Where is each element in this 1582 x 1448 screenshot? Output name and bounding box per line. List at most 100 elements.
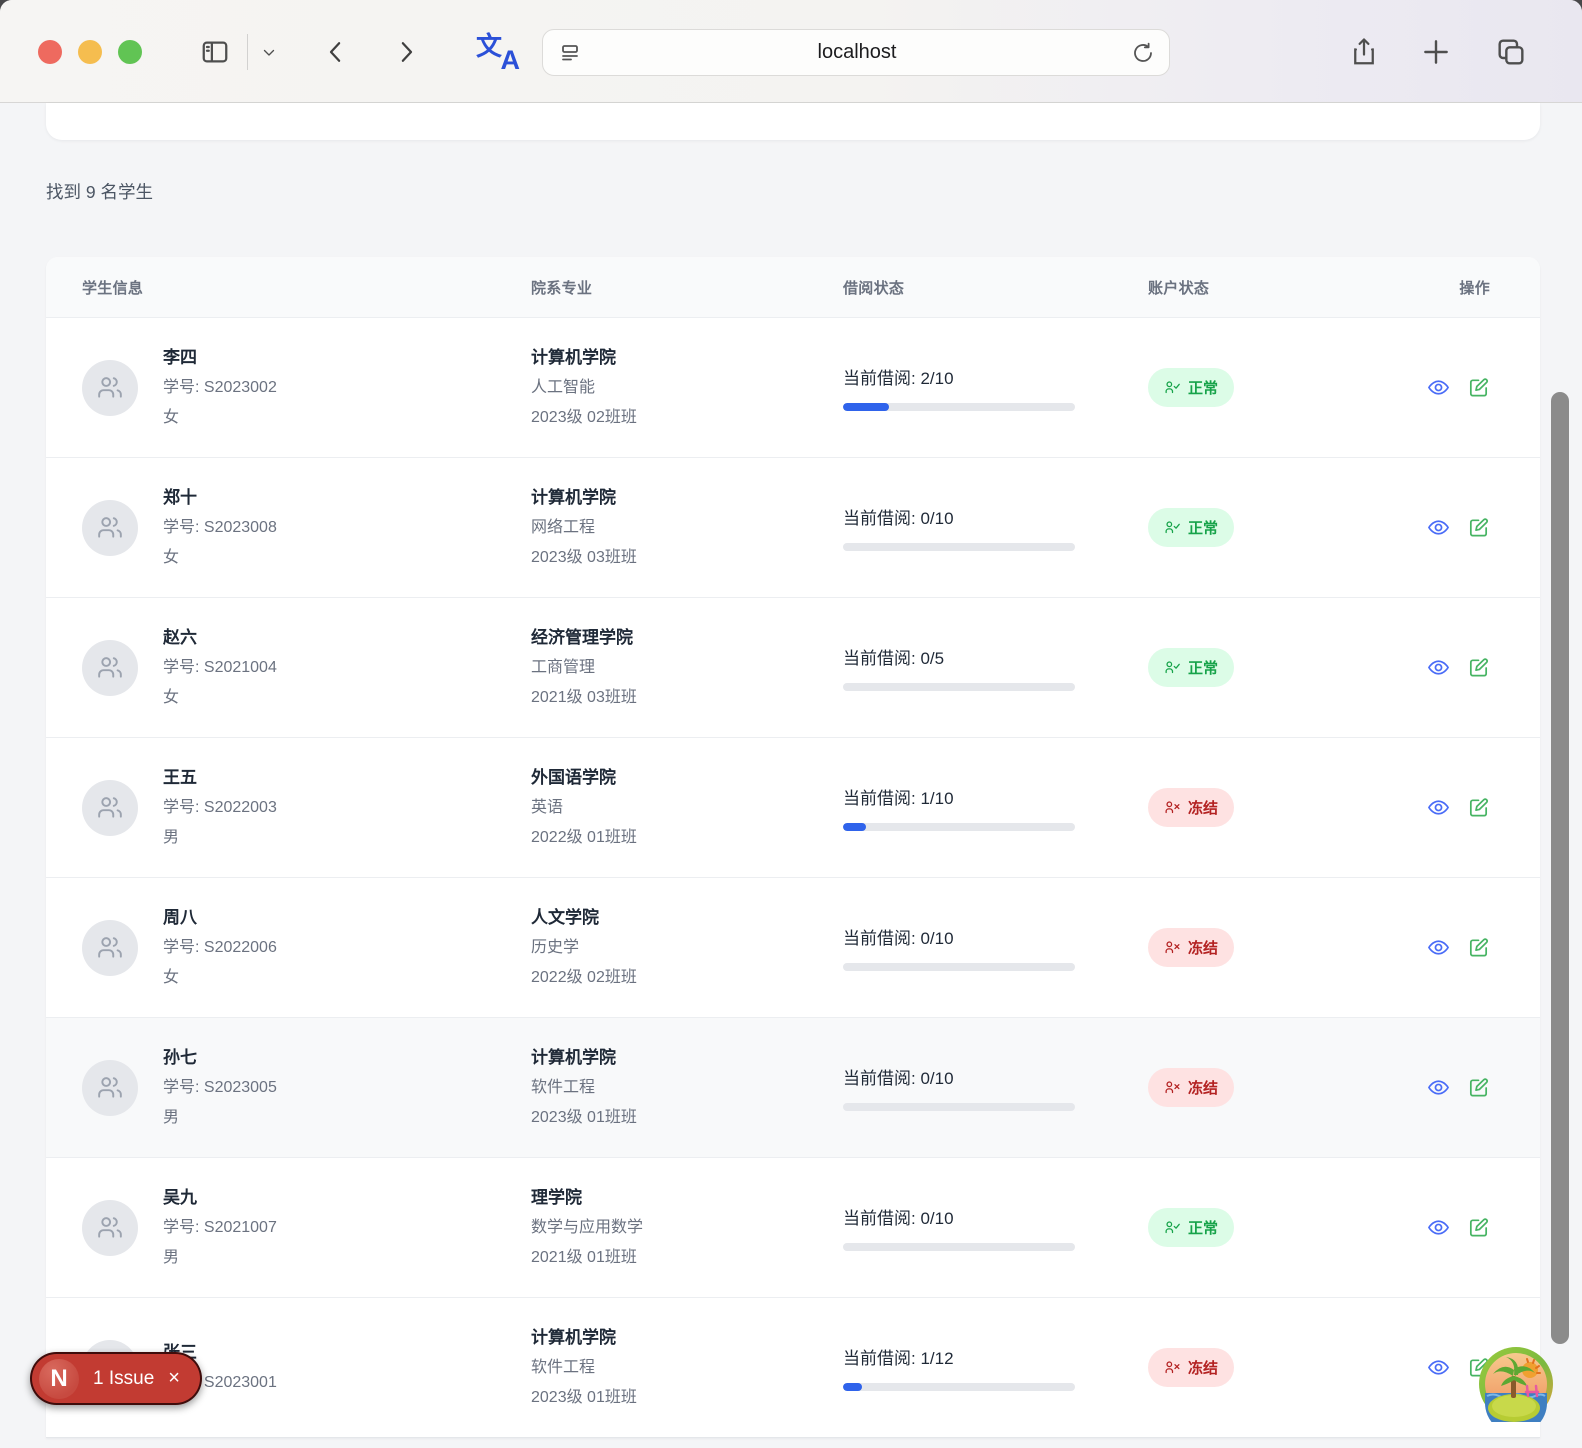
college-name: 计算机学院 (531, 1043, 843, 1073)
zoom-window-button[interactable] (118, 40, 142, 64)
header-account-status: 账户状态 (1148, 277, 1398, 298)
eye-icon (1427, 516, 1450, 539)
account-status-cell: 正常 (1148, 648, 1398, 687)
edit-student-button[interactable] (1467, 1076, 1490, 1099)
sidebar-toggle-button[interactable] (192, 28, 238, 76)
college-name: 经济管理学院 (531, 623, 843, 653)
student-info-cell: 吴九 学号: S2021007 男 (82, 1183, 531, 1273)
class-name: 2023级 02班班 (531, 403, 843, 433)
college-name: 人文学院 (531, 903, 843, 933)
view-student-button[interactable] (1427, 656, 1450, 679)
user-check-icon (1164, 519, 1181, 536)
view-student-button[interactable] (1427, 936, 1450, 959)
student-avatar (82, 920, 138, 976)
table-row[interactable]: 赵六 学号: S2021004 女 经济管理学院 工商管理 2021级 03班班… (46, 597, 1540, 737)
edit-student-button[interactable] (1467, 1216, 1490, 1239)
close-window-button[interactable] (38, 40, 62, 64)
borrow-count-label: 当前借阅: 0/5 (843, 644, 1148, 669)
student-info-cell: 孙七 学号: S2023005 男 (82, 1043, 531, 1133)
edit-student-button[interactable] (1467, 516, 1490, 539)
department-cell: 理学院 数学与应用数学 2021级 01班班 (531, 1183, 843, 1273)
new-tab-button[interactable] (1416, 28, 1456, 76)
issue-count-label: 1 Issue (93, 1368, 154, 1390)
college-name: 计算机学院 (531, 1323, 843, 1353)
back-button[interactable] (316, 28, 356, 76)
view-student-button[interactable] (1427, 376, 1450, 399)
status-label: 正常 (1188, 517, 1218, 538)
account-status-cell: 正常 (1148, 508, 1398, 547)
borrow-count-label: 当前借阅: 0/10 (843, 924, 1148, 949)
minimize-window-button[interactable] (78, 40, 102, 64)
student-info-cell: 赵六 学号: S2021004 女 (82, 623, 531, 713)
eye-icon (1427, 796, 1450, 819)
status-label: 冻结 (1188, 1357, 1218, 1378)
view-student-button[interactable] (1427, 516, 1450, 539)
translate-icon: 文 (476, 26, 502, 63)
reader-icon (557, 41, 583, 65)
borrow-progress-fill (843, 403, 889, 411)
edit-icon (1467, 796, 1490, 819)
view-student-button[interactable] (1427, 1356, 1450, 1379)
borrow-count-label: 当前借阅: 0/10 (843, 1064, 1148, 1089)
table-row[interactable]: 张三 学号: S2023001 计算机学院 软件工程 2023级 01班班 当前… (46, 1297, 1540, 1437)
department-cell: 经济管理学院 工商管理 2021级 03班班 (531, 623, 843, 713)
table-row[interactable]: 李四 学号: S2023002 女 计算机学院 人工智能 2023级 02班班 … (46, 317, 1540, 457)
department-cell: 计算机学院 软件工程 2023级 01班班 (531, 1323, 843, 1413)
table-row[interactable]: 郑十 学号: S2023008 女 计算机学院 网络工程 2023级 03班班 … (46, 457, 1540, 597)
window-controls (38, 40, 142, 64)
view-student-button[interactable] (1427, 1216, 1450, 1239)
page-settings-button[interactable] (557, 41, 583, 65)
view-student-button[interactable] (1427, 1076, 1450, 1099)
status-badge: 冻结 (1148, 1068, 1234, 1107)
table-row[interactable]: 周八 学号: S2022006 女 人文学院 历史学 2022级 02班班 当前… (46, 877, 1540, 1017)
actions-cell (1398, 376, 1490, 399)
account-status-cell: 冻结 (1148, 1068, 1398, 1107)
table-row[interactable]: 王五 学号: S2022003 男 外国语学院 英语 2022级 01班班 当前… (46, 737, 1540, 877)
account-status-cell: 正常 (1148, 1208, 1398, 1247)
edit-student-button[interactable] (1467, 656, 1490, 679)
table-row[interactable]: 吴九 学号: S2021007 男 理学院 数学与应用数学 2021级 01班班… (46, 1157, 1540, 1297)
header-student-info: 学生信息 (82, 277, 531, 298)
forward-button[interactable] (386, 28, 426, 76)
scrollbar-thumb[interactable] (1551, 392, 1569, 1344)
actions-cell (1398, 796, 1490, 819)
student-avatar (82, 360, 138, 416)
user-x-icon (1164, 1359, 1181, 1376)
status-label: 正常 (1188, 657, 1218, 678)
edit-student-button[interactable] (1467, 936, 1490, 959)
translate-button[interactable]: 文 A (476, 26, 522, 78)
address-bar[interactable]: localhost (542, 29, 1170, 76)
department-cell: 外国语学院 英语 2022级 01班班 (531, 763, 843, 853)
status-badge: 冻结 (1148, 1348, 1234, 1387)
borrow-progress-track (843, 1383, 1075, 1391)
toolbar-divider (247, 34, 248, 70)
reload-button[interactable] (1131, 41, 1155, 65)
table-row[interactable]: 孙七 学号: S2023005 男 计算机学院 软件工程 2023级 01班班 … (46, 1017, 1540, 1157)
header-borrow-status: 借阅状态 (843, 277, 1148, 298)
sidebar-menu-button[interactable] (254, 28, 284, 76)
student-gender: 女 (163, 963, 277, 993)
url-text[interactable]: localhost (583, 41, 1131, 64)
student-id: 学号: S2023002 (163, 373, 277, 403)
eye-icon (1427, 1216, 1450, 1239)
student-name: 孙七 (163, 1043, 277, 1073)
borrow-progress-track (843, 963, 1075, 971)
edit-icon (1467, 376, 1490, 399)
borrow-cell: 当前借阅: 1/10 (843, 784, 1148, 831)
view-student-button[interactable] (1427, 796, 1450, 819)
tab-overview-button[interactable] (1490, 28, 1532, 76)
dismiss-issue-button[interactable]: × (168, 1367, 180, 1390)
status-badge: 冻结 (1148, 928, 1234, 967)
edit-student-button[interactable] (1467, 796, 1490, 819)
student-name: 赵六 (163, 623, 277, 653)
borrow-progress-track (843, 543, 1075, 551)
account-status-cell: 正常 (1148, 368, 1398, 407)
share-button[interactable] (1344, 28, 1384, 76)
island-extension-badge[interactable] (1478, 1346, 1554, 1422)
nextjs-dev-issue-badge[interactable]: N 1 Issue × (30, 1352, 202, 1405)
users-icon (97, 515, 123, 541)
class-name: 2023级 01班班 (531, 1383, 843, 1413)
edit-student-button[interactable] (1467, 376, 1490, 399)
borrow-cell: 当前借阅: 1/12 (843, 1344, 1148, 1391)
borrow-progress-track (843, 823, 1075, 831)
